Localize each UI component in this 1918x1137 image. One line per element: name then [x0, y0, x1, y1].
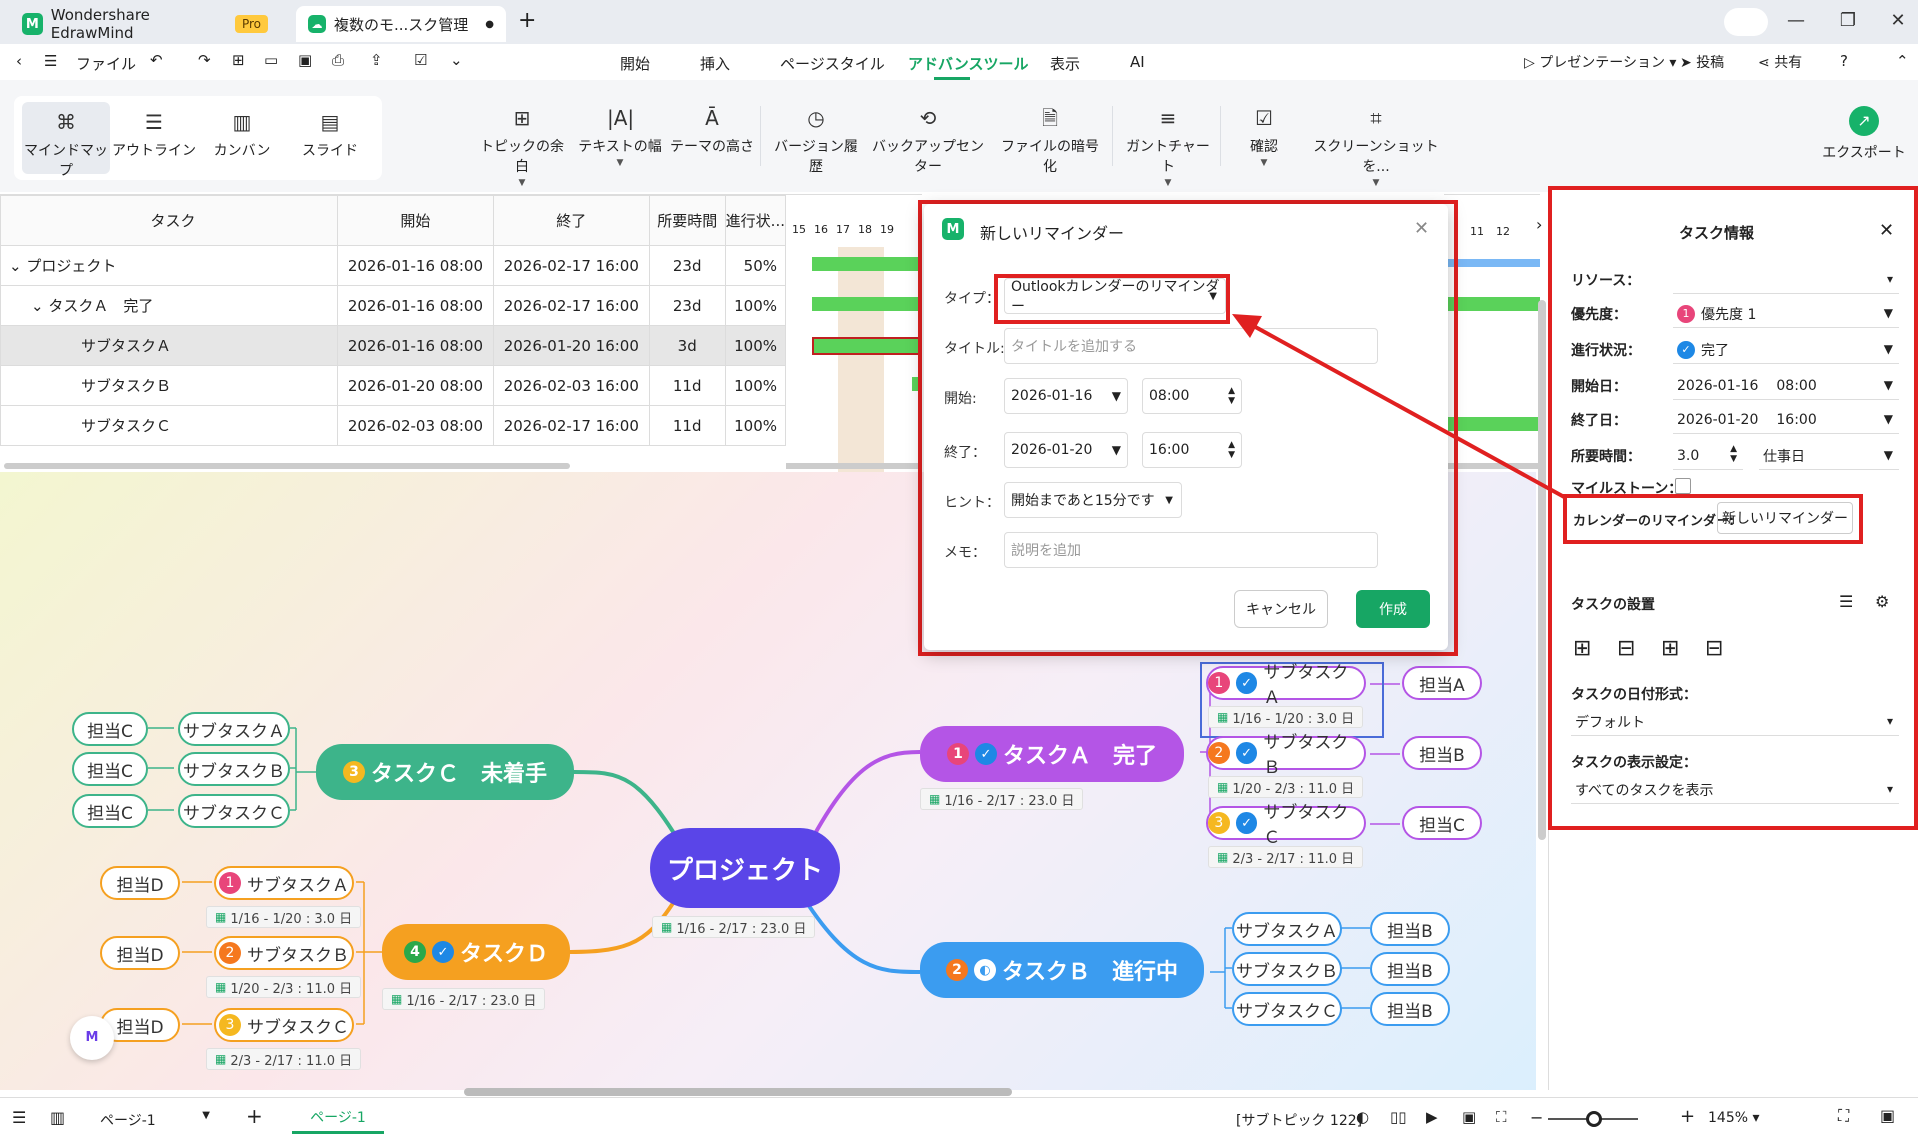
- zoom-level[interactable]: 145% ▾: [1708, 1110, 1760, 1126]
- status-bar: [0, 1097, 1918, 1137]
- red-annotation-arrow: [1232, 314, 1567, 500]
- page-view-icon[interactable]: ▥: [50, 1108, 65, 1127]
- add-page-icon[interactable]: +: [246, 1104, 263, 1128]
- zoom-value: 145%: [1708, 1110, 1749, 1126]
- book-view-icon[interactable]: ▯▯: [1390, 1108, 1407, 1126]
- chevron-down-icon: ▼: [202, 1110, 210, 1121]
- page-select[interactable]: ページ-1 ▼: [100, 1110, 210, 1130]
- fullscreen-icon[interactable]: ⛶: [1838, 1106, 1849, 1126]
- page-tab[interactable]: ページ-1: [292, 1102, 384, 1134]
- fullscreen-fit-icon[interactable]: ⛶: [1496, 1108, 1507, 1126]
- zoom-in-icon[interactable]: +: [1680, 1106, 1695, 1127]
- play-icon[interactable]: ▶: [1426, 1108, 1438, 1126]
- subtopic-count: [サブトピック 122]: [1236, 1113, 1363, 1129]
- outline-toggle-icon[interactable]: ☰: [12, 1108, 26, 1127]
- zoom-out-icon[interactable]: −: [1530, 1108, 1543, 1127]
- fit-page-icon[interactable]: ▣: [1462, 1108, 1476, 1126]
- panel-toggle-icon[interactable]: ▣: [1880, 1106, 1895, 1125]
- zoom-slider-handle[interactable]: [1586, 1111, 1602, 1127]
- theme-icon[interactable]: ◐: [1356, 1108, 1369, 1126]
- page-select-value: ページ-1: [100, 1113, 156, 1129]
